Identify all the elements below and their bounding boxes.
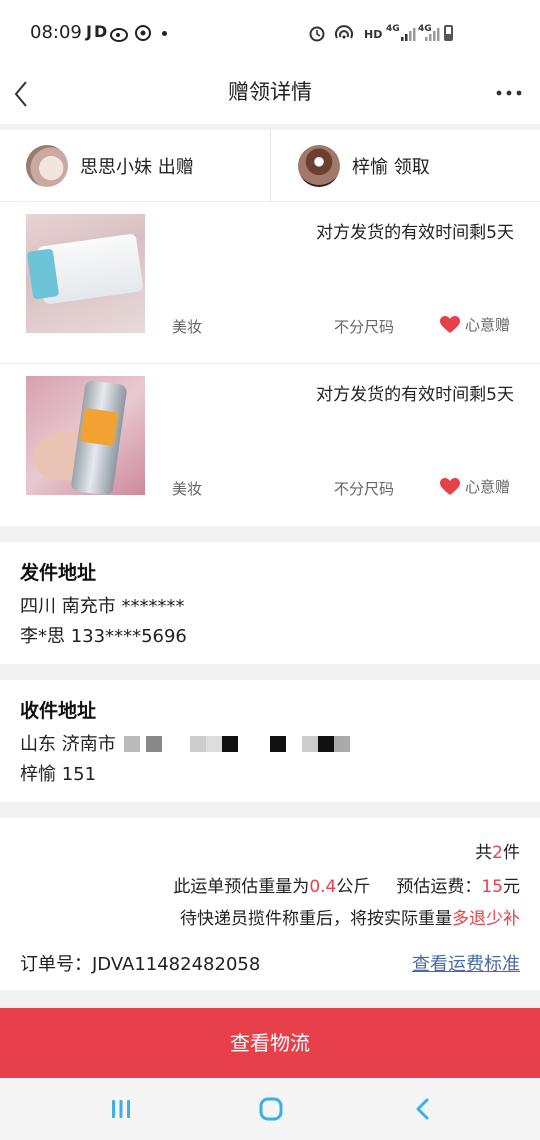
sender-address-card: 发件地址 四川 南充市 ******* 李*思 133****5696 <box>0 542 540 664</box>
item-photo <box>26 376 145 495</box>
item-tag: 心意赠 <box>439 476 510 497</box>
item-tag-label: 心意赠 <box>464 478 510 496</box>
sync-icon <box>135 25 151 41</box>
receiver-avatar <box>298 145 340 187</box>
giver-info[interactable]: 思思小妹 出赠 <box>26 130 194 202</box>
receiver-address-title: 收件地址 <box>20 700 97 722</box>
order-info-card: 共2件 此运单预估重量为0.4公斤 预估运费：15元 待快递员揽件称重后，将按实际… <box>0 818 540 990</box>
sender-contact: 李*思 133****5696 <box>20 626 187 647</box>
weight-note-line: 待快递员揽件称重后，将按实际重量多退少补 <box>180 904 520 929</box>
signal-icon-2 <box>425 28 440 41</box>
hotspot-icon <box>335 25 353 39</box>
item-count-prefix: 共 <box>475 843 493 863</box>
giver-avatar <box>26 145 68 187</box>
weibo-icon <box>110 28 128 42</box>
weight-note: 待快递员揽件称重后，将按实际重量 <box>180 909 452 929</box>
weight-suffix: 公斤 <box>336 877 371 897</box>
sender-address-title: 发件地址 <box>20 562 97 584</box>
back-nav-icon[interactable] <box>408 1094 438 1124</box>
status-time: 08:09 <box>30 22 82 43</box>
gift-item[interactable]: 对方发货的有效时间剩5天 美妆 不分尺码 心意赠 <box>0 202 540 364</box>
notification-dot-icon <box>162 31 167 36</box>
alarm-icon <box>309 26 325 42</box>
gift-parties: 思思小妹 出赠 梓愉 领取 <box>0 130 540 202</box>
receiver-contact: 梓愉 151 <box>20 764 97 785</box>
system-nav-bar <box>0 1078 540 1140</box>
fee-prefix: 预估运费： <box>396 877 482 897</box>
signal-icon <box>401 28 416 41</box>
item-category: 美妆 <box>172 318 203 336</box>
item-category: 美妆 <box>172 480 203 498</box>
item-deadline: 对方发货的有效时间剩5天 <box>316 223 514 243</box>
nav-bar: 赠领详情 <box>0 64 540 124</box>
item-size: 不分尺码 <box>334 318 395 336</box>
order-number: 订单号：JDVA11482482058 <box>20 954 261 975</box>
item-tag: 心意赠 <box>439 314 510 335</box>
battery-icon <box>444 25 453 41</box>
fee-value: 15 <box>481 877 503 897</box>
item-count: 共2件 <box>475 838 520 863</box>
network-4g-label: 4G <box>386 24 400 34</box>
receiver-info[interactable]: 梓愉 领取 <box>298 130 430 202</box>
gift-item[interactable]: 对方发货的有效时间剩5天 美妆 不分尺码 心意赠 <box>0 364 540 526</box>
item-count-value: 2 <box>492 843 503 863</box>
item-tag-label: 心意赠 <box>464 316 510 334</box>
receiver-label: 梓愉 领取 <box>352 157 430 178</box>
status-bar: 08:09 JD HD 4G 4G <box>0 0 540 64</box>
item-size: 不分尺码 <box>334 480 395 498</box>
page-title: 赠领详情 <box>228 80 312 104</box>
receiver-address-region: 山东 济南市 <box>20 734 116 755</box>
item-count-suffix: 件 <box>503 843 520 863</box>
home-icon[interactable] <box>256 1094 286 1124</box>
item-photo <box>26 214 145 333</box>
weight-value: 0.4 <box>309 877 337 897</box>
recent-apps-icon[interactable] <box>106 1094 136 1124</box>
weight-note-highlight: 多退少补 <box>452 909 520 929</box>
receiver-address-card: 收件地址 山东 济南市 梓愉 151 <box>0 680 540 802</box>
parties-divider <box>270 130 271 202</box>
heart-icon <box>439 477 460 495</box>
weight-prefix: 此运单预估重量为 <box>173 877 310 897</box>
fee-suffix: 元 <box>503 877 520 897</box>
more-options-icon[interactable] <box>496 78 522 108</box>
item-deadline: 对方发货的有效时间剩5天 <box>316 385 514 405</box>
jd-app-icon: JD <box>86 22 110 41</box>
hd-label: HD <box>364 28 383 41</box>
view-logistics-button[interactable]: 查看物流 <box>0 1008 540 1078</box>
sender-address-region: 四川 南充市 ******* <box>20 596 185 617</box>
weight-fee-line: 此运单预估重量为0.4公斤 预估运费：15元 <box>173 872 520 897</box>
shipping-fee-standard-link[interactable]: 查看运费标准 <box>412 950 520 976</box>
heart-icon <box>439 315 460 333</box>
giver-label: 思思小妹 出赠 <box>80 157 194 178</box>
